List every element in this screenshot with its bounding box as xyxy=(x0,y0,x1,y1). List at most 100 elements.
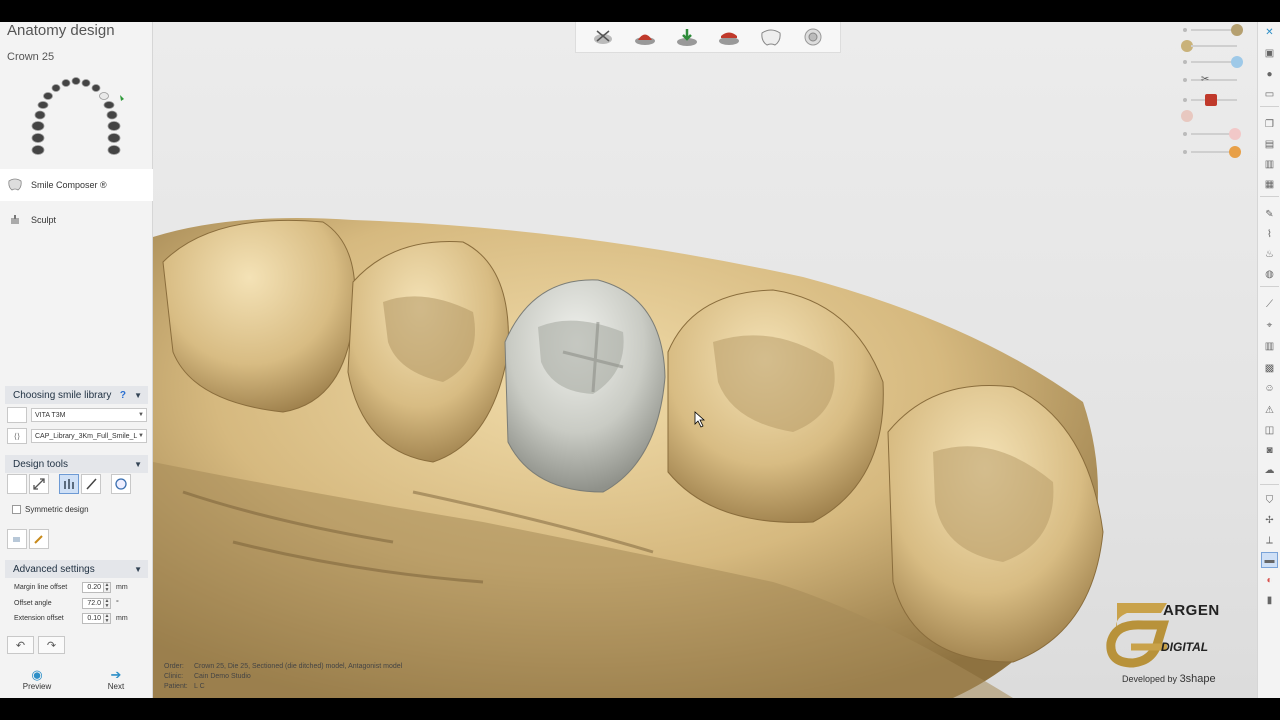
slider-margin[interactable]: ✂ xyxy=(1179,72,1257,88)
eyedropper-button[interactable] xyxy=(7,529,27,549)
help-icon[interactable]: ? xyxy=(120,390,126,401)
transform-tool-button[interactable] xyxy=(29,474,49,494)
knife-tool-button[interactable] xyxy=(81,474,101,494)
slider-crown[interactable] xyxy=(1179,126,1257,142)
die-icon[interactable] xyxy=(631,25,659,49)
slider-preparation[interactable] xyxy=(1179,54,1257,70)
patient-value: L C xyxy=(194,683,205,690)
shape-tool-button[interactable] xyxy=(111,474,131,494)
ruler-icon[interactable]: ▬ xyxy=(1261,552,1278,568)
spin-arrows-icon[interactable]: ▲ ▼ xyxy=(104,597,111,609)
wax-knife-icon[interactable]: ⟋ xyxy=(1261,296,1278,312)
symmetric-checkbox[interactable] xyxy=(12,504,21,514)
margin-line-offset-input[interactable]: 0.20 xyxy=(82,581,104,593)
smooth-icon[interactable]: ◍ xyxy=(1261,266,1278,282)
undo-button[interactable]: ↶ xyxy=(7,636,34,654)
design-tools-header[interactable]: Design tools ▼ xyxy=(5,455,148,473)
extension-offset-label: Extension offset xyxy=(14,614,64,622)
crown-icon[interactable] xyxy=(757,25,785,49)
face-icon[interactable]: ☺ xyxy=(1261,380,1278,396)
lock-icon[interactable]: ▮ xyxy=(1261,592,1278,608)
smile-knob-icon[interactable] xyxy=(1229,146,1241,158)
view-front-icon[interactable]: ▭ xyxy=(1261,86,1278,102)
view-copy-icon[interactable]: ❐ xyxy=(1261,116,1278,132)
slider-gum[interactable] xyxy=(1179,108,1257,124)
letterbox-bottom xyxy=(0,698,1280,720)
extension-offset-input[interactable]: 0.10 xyxy=(82,612,104,624)
library-select[interactable]: CAP_Library_3Km_Full_Smile_L ▼ xyxy=(31,429,147,443)
brush-icon[interactable]: ♨ xyxy=(1261,246,1278,262)
toolbar-divider xyxy=(1260,196,1279,197)
offset-angle-input[interactable]: 72.0 xyxy=(82,597,104,609)
scan-icon[interactable]: ▩ xyxy=(1261,360,1278,376)
scissors-margin-icon[interactable] xyxy=(589,25,617,49)
section-icon[interactable]: ▥ xyxy=(1261,338,1278,354)
select-tool-button[interactable] xyxy=(7,474,27,494)
warning-icon[interactable]: ⚠ xyxy=(1261,402,1278,418)
color-icon[interactable]: ◐ xyxy=(1261,572,1278,588)
mesh-icon[interactable]: ◫ xyxy=(1261,422,1278,438)
shield-icon[interactable]: ⛉ xyxy=(1261,492,1278,508)
left-panel: Anatomy design Crown 25 Smile Composer ®… xyxy=(0,22,153,698)
developed-by: Developed by 3shape xyxy=(1122,673,1216,685)
slider-smile[interactable] xyxy=(1179,144,1257,160)
zoom-icon[interactable]: ● xyxy=(1261,66,1278,82)
tooth-icon xyxy=(7,178,23,192)
letterbox-top xyxy=(0,0,1280,22)
pen-icon[interactable]: ✎ xyxy=(1261,206,1278,222)
cloud-icon[interactable]: ☁ xyxy=(1261,462,1278,478)
symmetric-design-option[interactable]: Symmetric design xyxy=(12,502,89,516)
move-tool-button[interactable] xyxy=(59,474,79,494)
dental-model[interactable] xyxy=(153,22,1257,698)
spline-icon[interactable]: ⌇ xyxy=(1261,226,1278,242)
order-info: Order: Crown 25, Die 25, Sectioned (die d… xyxy=(164,662,402,692)
gum-knob-icon[interactable] xyxy=(1181,110,1193,122)
chevron-down-icon[interactable]: ▼ xyxy=(134,391,142,400)
measure-icon[interactable]: ⌖ xyxy=(1261,317,1278,333)
axis-icon[interactable]: ⟂ xyxy=(1261,532,1278,548)
prep-knob-icon[interactable] xyxy=(1231,56,1243,68)
redo-button[interactable]: ↷ xyxy=(38,636,65,654)
library-icon: ⟨⟩ xyxy=(7,428,27,444)
chevron-down-icon[interactable]: ▼ xyxy=(134,565,142,574)
clinic-key: Clinic: xyxy=(164,673,184,680)
chevron-down-icon[interactable]: ▼ xyxy=(134,460,142,469)
antagonist-icon[interactable] xyxy=(715,25,743,49)
extension-offset-row: Extension offset 0.10 ▲ ▼ mm xyxy=(14,612,139,624)
shade-select[interactable]: VITA T3M ▼ xyxy=(31,408,147,422)
argen-wordmark: ARGEN xyxy=(1163,602,1220,619)
3d-viewport[interactable]: ✂ Order: Crown 25, Die 25, Sectioned (die… xyxy=(153,22,1257,698)
smile-library-header[interactable]: Choosing smile library ? ▼ xyxy=(5,386,148,404)
step-smile-composer-label: Smile Composer ® xyxy=(31,180,107,190)
advanced-settings-header[interactable]: Advanced settings ▼ xyxy=(5,560,148,578)
design-tools-row xyxy=(7,474,147,496)
slider-antagonist[interactable] xyxy=(1179,92,1257,108)
toolbar-divider xyxy=(1260,106,1279,107)
view-bottom-icon[interactable]: ▦ xyxy=(1261,176,1278,192)
crown-label: Crown 25 xyxy=(7,51,55,63)
collapse-icon[interactable]: ▣ xyxy=(1261,45,1278,61)
camera-icon[interactable]: ◙ xyxy=(1261,442,1278,458)
insertion-icon[interactable] xyxy=(673,25,701,49)
view-top-icon[interactable]: ▥ xyxy=(1261,156,1278,172)
plane-icon[interactable]: ✢ xyxy=(1261,512,1278,528)
spin-arrows-icon[interactable]: ▲ ▼ xyxy=(104,612,111,624)
shade-row: VITA T3M ▼ xyxy=(7,407,147,423)
crown-knob-icon[interactable] xyxy=(1229,128,1241,140)
model-knob-icon[interactable] xyxy=(1231,24,1243,36)
view-side-icon[interactable]: ▤ xyxy=(1261,136,1278,152)
wand-button[interactable] xyxy=(29,529,49,549)
antagonist-knob-icon[interactable] xyxy=(1205,94,1217,106)
slider-model[interactable] xyxy=(1179,22,1257,38)
step-sculpt[interactable]: Sculpt xyxy=(0,204,153,236)
slider-die[interactable] xyxy=(1179,38,1257,54)
shade-swatch-icon xyxy=(7,407,27,423)
tooth-chart[interactable] xyxy=(26,74,126,158)
next-button[interactable]: ➔ Next xyxy=(94,668,138,692)
preview-button[interactable]: ◉ Preview xyxy=(15,668,59,692)
spin-arrows-icon[interactable]: ▲ ▼ xyxy=(104,581,111,593)
step-smile-composer[interactable]: Smile Composer ® xyxy=(0,169,153,201)
toolbar-divider xyxy=(1260,484,1279,485)
close-icon[interactable]: ✕ xyxy=(1261,24,1278,40)
target-icon[interactable] xyxy=(799,25,827,49)
